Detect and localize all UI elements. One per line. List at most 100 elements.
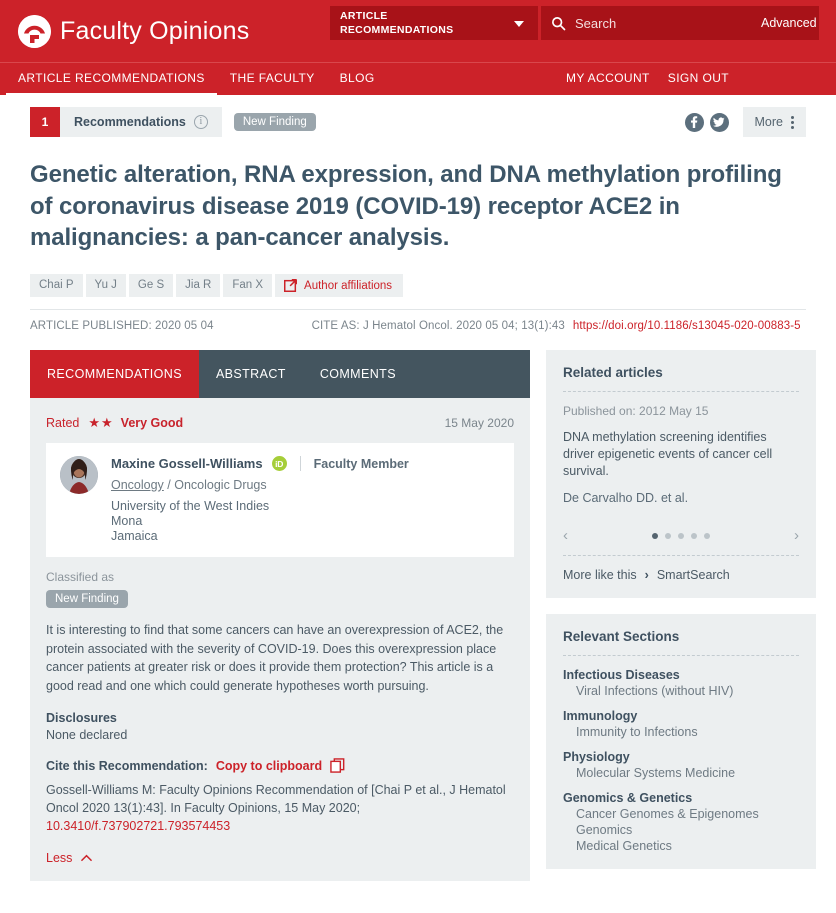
- classified-as-label: Classified as: [46, 570, 115, 585]
- related-articles-carousel: ‹ ›: [563, 527, 799, 544]
- main-column: RECOMMENDATIONS ABSTRACT COMMENTS Rated …: [30, 350, 530, 882]
- relevant-sections-card: Relevant Sections Infectious Diseases Vi…: [546, 614, 816, 870]
- advanced-search-link[interactable]: Advanced: [761, 16, 817, 30]
- recommendations-pill[interactable]: 1 Recommendations i: [30, 107, 222, 137]
- article-doi-link[interactable]: https://doi.org/10.1186/s13045-020-00883…: [573, 320, 801, 332]
- smart-search-link[interactable]: SmartSearch: [657, 568, 730, 582]
- nav-item-the-faculty[interactable]: THE FACULTY: [230, 71, 315, 87]
- section-item[interactable]: Medical Genetics: [563, 839, 799, 853]
- tab-recommendations[interactable]: RECOMMENDATIONS: [30, 350, 199, 399]
- section-item[interactable]: Molecular Systems Medicine: [563, 766, 799, 780]
- author-affiliations-button[interactable]: Author affiliations: [275, 274, 404, 298]
- related-article-date: Published on: 2012 May 15: [563, 404, 709, 419]
- divider: [563, 655, 799, 657]
- affiliation-line-1: University of the West Indies: [111, 499, 270, 514]
- author-chip[interactable]: Yu J: [85, 274, 126, 298]
- section-group: Infectious Diseases Viral Infections (wi…: [563, 668, 799, 698]
- author-chip[interactable]: Ge S: [128, 274, 174, 298]
- disclosures-text: None declared: [46, 728, 128, 743]
- cite-row: Cite this Recommendation: Copy to clipbo…: [46, 758, 514, 773]
- search-scope-dropdown[interactable]: ARTICLE RECOMMENDATIONS: [330, 6, 538, 40]
- citation-doi-link[interactable]: 10.3410/f.737902721.793574453: [46, 819, 230, 833]
- author-chip[interactable]: Fan X: [223, 274, 273, 298]
- main-navigation: ARTICLE RECOMMENDATIONS THE FACULTY BLOG…: [0, 62, 836, 96]
- recommendations-label: Recommendations: [74, 115, 186, 129]
- copy-to-clipboard-icon[interactable]: [330, 758, 345, 773]
- copy-to-clipboard-link[interactable]: Copy to clipboard: [216, 759, 322, 773]
- disclosures-heading: Disclosures: [46, 711, 117, 726]
- carousel-dot[interactable]: [665, 532, 671, 539]
- related-article-title[interactable]: DNA methylation screening identifies dri…: [563, 429, 799, 480]
- divider: [563, 555, 799, 557]
- search-scope-line1: ARTICLE: [340, 10, 388, 22]
- section-item[interactable]: Viral Infections (without HIV): [563, 684, 799, 698]
- orcid-icon[interactable]: iD: [271, 456, 287, 472]
- twitter-icon[interactable]: [709, 112, 729, 132]
- section-group-name[interactable]: Physiology: [563, 750, 799, 764]
- brand-logo[interactable]: Faculty Opinions: [0, 14, 249, 48]
- classification-badge: New Finding: [46, 590, 128, 609]
- section-group-name[interactable]: Immunology: [563, 709, 799, 723]
- reviewer-role: Faculty Member: [313, 456, 409, 471]
- sidebar: Related articles Published on: 2012 May …: [546, 350, 816, 870]
- section-item[interactable]: Immunity to Infections: [563, 725, 799, 739]
- divider: [563, 391, 799, 393]
- nav-item-my-account[interactable]: MY ACCOUNT: [566, 71, 650, 87]
- site-header: Faculty Opinions ARTICLE RECOMMENDATIONS…: [0, 0, 836, 62]
- search-box[interactable]: Advanced: [541, 6, 819, 40]
- article-meta: ARTICLE PUBLISHED: 2020 05 04 CITE AS: J…: [30, 309, 806, 332]
- chevron-right-icon[interactable]: ›: [794, 527, 799, 544]
- reviewer-specialty-rest: / Oncologic Drugs: [163, 478, 267, 493]
- rating-value: Very Good: [120, 416, 184, 431]
- carousel-dot[interactable]: [678, 532, 684, 539]
- external-link-icon: [284, 279, 298, 293]
- reviewer-name[interactable]: Maxine Gossell-Williams: [111, 456, 263, 471]
- section-group: Immunology Immunity to Infections: [563, 709, 799, 739]
- info-icon[interactable]: i: [193, 115, 208, 129]
- more-button[interactable]: More: [742, 107, 806, 137]
- author-chip[interactable]: Chai P: [30, 274, 83, 298]
- more-like-this-link[interactable]: More like this: [563, 568, 637, 582]
- carousel-dot[interactable]: [652, 532, 658, 539]
- page-title: Genetic alteration, RNA expression, and …: [30, 161, 782, 252]
- section-item[interactable]: Cancer Genomes & Epigenomes: [563, 807, 799, 821]
- section-group-name[interactable]: Infectious Diseases: [563, 668, 799, 682]
- search-scope-line2: RECOMMENDATIONS: [340, 24, 454, 36]
- chevron-right-icon: ›: [644, 568, 649, 583]
- article-published: ARTICLE PUBLISHED: 2020 05 04: [30, 320, 214, 333]
- section-group: Genomics & Genetics Cancer Genomes & Epi…: [563, 791, 799, 853]
- affiliation-line-2: Mona: [111, 514, 143, 529]
- reviewer-card: Maxine Gossell-Williams iD Faculty Membe…: [46, 443, 514, 558]
- relevant-sections-heading: Relevant Sections: [563, 629, 680, 645]
- more-label: More: [754, 115, 783, 129]
- nav-item-sign-out[interactable]: SIGN OUT: [668, 71, 729, 87]
- section-item[interactable]: Genomics: [563, 823, 799, 837]
- carousel-dot[interactable]: [704, 532, 710, 539]
- carousel-dots: [568, 532, 794, 539]
- facebook-icon[interactable]: [684, 112, 704, 132]
- content-tabs: RECOMMENDATIONS ABSTRACT COMMENTS: [30, 350, 530, 399]
- article-cite-as: CITE AS: J Hematol Oncol. 2020 05 04; 13…: [311, 320, 565, 333]
- reviewer-specialty: Oncology / Oncologic Drugs: [111, 478, 409, 492]
- search-group: ARTICLE RECOMMENDATIONS Advanced: [330, 6, 819, 40]
- tab-comments[interactable]: COMMENTS: [303, 350, 413, 398]
- status-badge-new-finding: New Finding: [233, 113, 316, 131]
- reviewer-details: Maxine Gossell-Williams iD Faculty Membe…: [111, 456, 409, 544]
- carousel-dot[interactable]: [691, 532, 697, 539]
- account-links: MY ACCOUNT SIGN OUT: [548, 71, 818, 87]
- author-chip[interactable]: Jia R: [176, 274, 221, 298]
- nav-item-article-recommendations[interactable]: ARTICLE RECOMMENDATIONS: [6, 71, 217, 96]
- author-list: Chai P Yu J Ge S Jia R Fan X Author affi…: [30, 274, 806, 298]
- nav-item-blog[interactable]: BLOG: [340, 71, 375, 87]
- search-input[interactable]: [575, 15, 751, 31]
- search-icon: [552, 16, 566, 30]
- reviewer-name-row: Maxine Gossell-Williams iD Faculty Membe…: [111, 456, 409, 472]
- recommendations-bar: 1 Recommendations i New Finding More: [30, 107, 806, 137]
- reviewer-specialty-link[interactable]: Oncology: [111, 478, 164, 492]
- tab-abstract[interactable]: ABSTRACT: [199, 350, 303, 398]
- related-articles-heading: Related articles: [563, 365, 663, 381]
- affiliation-line-3: Jamaica: [111, 529, 158, 544]
- recommendation-date: 15 May 2020: [444, 416, 514, 431]
- section-group-name[interactable]: Genomics & Genetics: [563, 791, 799, 805]
- less-toggle[interactable]: Less: [46, 851, 514, 865]
